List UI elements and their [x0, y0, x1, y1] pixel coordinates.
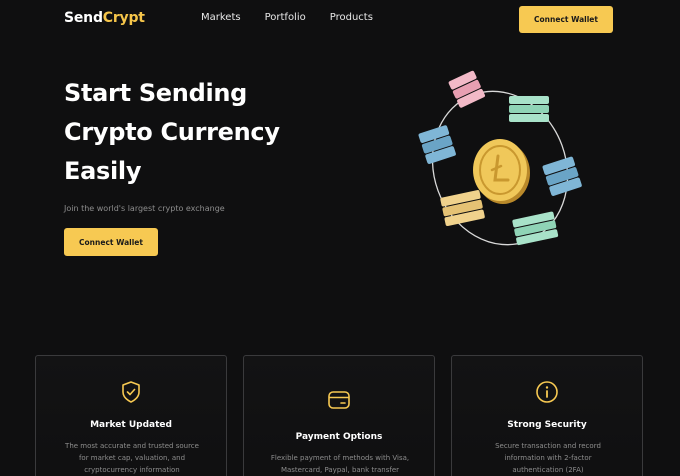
feature-description-line: authentication (2FA) — [512, 466, 584, 474]
feature-description-line: cryptocurrency information — [84, 466, 180, 474]
feature-card-strong-security: Strong Security Secure transaction and r… — [451, 355, 643, 476]
blue-token-stack-icon-right — [542, 156, 582, 196]
gold-token-stack-icon — [440, 190, 485, 226]
feature-title: Market Updated — [90, 420, 172, 430]
brand-text-send: Send — [64, 10, 103, 26]
feature-description-line: information with 2-factor — [504, 454, 592, 462]
feature-title: Payment Options — [295, 432, 383, 442]
crypto-coin-orbit-illustration — [418, 70, 582, 246]
feature-description-line: for market cap, valuation, and — [78, 454, 186, 462]
feature-title: Strong Security — [507, 420, 587, 430]
blue-token-stack-icon — [418, 125, 456, 164]
feature-description-line: Mastercard, Paypal, bank transfer — [280, 466, 400, 474]
top-navbar: SendCrypt Markets Portfolio Products Con… — [0, 0, 680, 40]
nav-item-products[interactable]: Products — [330, 12, 373, 23]
coin-icon — [473, 139, 530, 204]
feature-card-market-updated: Market Updated The most accurate and tru… — [35, 355, 227, 476]
hero-title-line: Start Sending — [64, 79, 248, 107]
brand-logo[interactable]: SendCrypt — [64, 10, 145, 26]
feature-description-line: Secure transaction and record — [495, 442, 601, 450]
hero-title-line: Easily — [64, 157, 142, 185]
info-circle-icon — [536, 381, 558, 403]
hero-title-line: Crypto Currency — [64, 118, 280, 146]
pink-token-stack-icon — [448, 70, 485, 108]
shield-check-icon — [122, 381, 140, 403]
nav-item-markets[interactable]: Markets — [201, 12, 241, 23]
teal-token-stack-icon — [509, 96, 549, 122]
brand-text-crypt: Crypt — [102, 10, 145, 26]
nav-item-portfolio[interactable]: Portfolio — [265, 12, 306, 23]
hero-title: Start Sending Crypto Currency Easily — [64, 74, 364, 191]
feature-description: Secure transaction and record informatio… — [468, 440, 628, 476]
feature-description-line: The most accurate and trusted source — [65, 442, 199, 450]
wallet-card-icon — [328, 391, 350, 409]
teal-token-stack-icon-bottom — [512, 211, 559, 246]
hero-subtitle: Join the world's largest crypto exchange — [64, 204, 225, 213]
feature-description: The most accurate and trusted source for… — [52, 440, 212, 476]
hero-connect-wallet-button[interactable]: Connect Wallet — [64, 228, 158, 256]
nav-connect-wallet-button[interactable]: Connect Wallet — [519, 6, 613, 33]
nav-menu: Markets Portfolio Products — [201, 12, 373, 23]
feature-description: Flexible payment of methods with Visa, M… — [260, 452, 420, 476]
feature-description-line: Flexible payment of methods with Visa, — [270, 454, 410, 462]
feature-card-payment-options: Payment Options Flexible payment of meth… — [243, 355, 435, 476]
